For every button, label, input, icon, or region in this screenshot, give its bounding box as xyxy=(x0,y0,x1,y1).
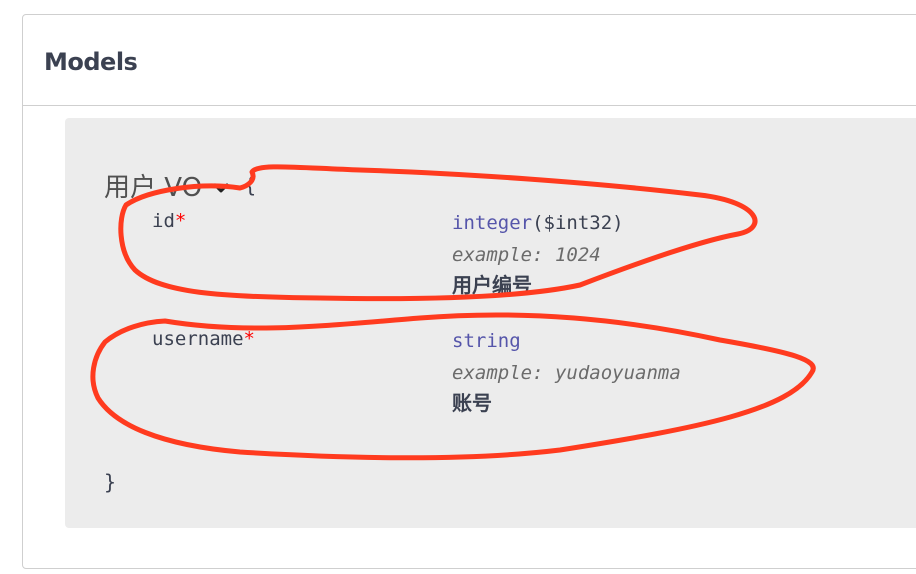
property-description: 用户编号 xyxy=(452,273,532,297)
model-title[interactable]: 用户 VO xyxy=(104,167,202,204)
model-box: 用户 VO { id* integer($int32) example: 102… xyxy=(104,167,681,495)
property-type: integer($int32) xyxy=(452,210,624,240)
property-name: id* xyxy=(152,210,186,232)
property-type: string xyxy=(452,328,681,358)
required-marker: * xyxy=(243,328,255,350)
property-details: integer($int32) example: 1024 用户编号 xyxy=(452,210,624,300)
model-title-row[interactable]: 用户 VO { xyxy=(104,167,257,204)
models-title: Models xyxy=(44,48,138,76)
property-name-text: id xyxy=(152,210,175,232)
property-example: example: yudaoyuanma xyxy=(452,362,681,384)
property-format: ($int32) xyxy=(532,212,624,234)
model-brace-close: } xyxy=(104,470,117,494)
models-section-header[interactable]: Models xyxy=(23,15,916,106)
model-brace-open: { xyxy=(244,173,257,197)
property-name-text: username xyxy=(152,328,244,350)
required-marker: * xyxy=(174,210,187,232)
chevron-down-icon[interactable] xyxy=(212,179,230,197)
page: Models 用户 VO { id* integer($int32) examp… xyxy=(0,0,916,574)
property-details: string example: yudaoyuanma 账号 xyxy=(452,328,681,418)
property-type-name: integer xyxy=(452,212,533,234)
property-name: username* xyxy=(152,328,255,350)
model-container: 用户 VO { id* integer($int32) example: 102… xyxy=(65,118,916,528)
property-example: example: 1024 xyxy=(452,244,601,266)
property-description: 账号 xyxy=(452,391,492,415)
models-section: Models 用户 VO { id* integer($int32) examp… xyxy=(22,14,916,569)
property-type-name: string xyxy=(452,330,521,352)
